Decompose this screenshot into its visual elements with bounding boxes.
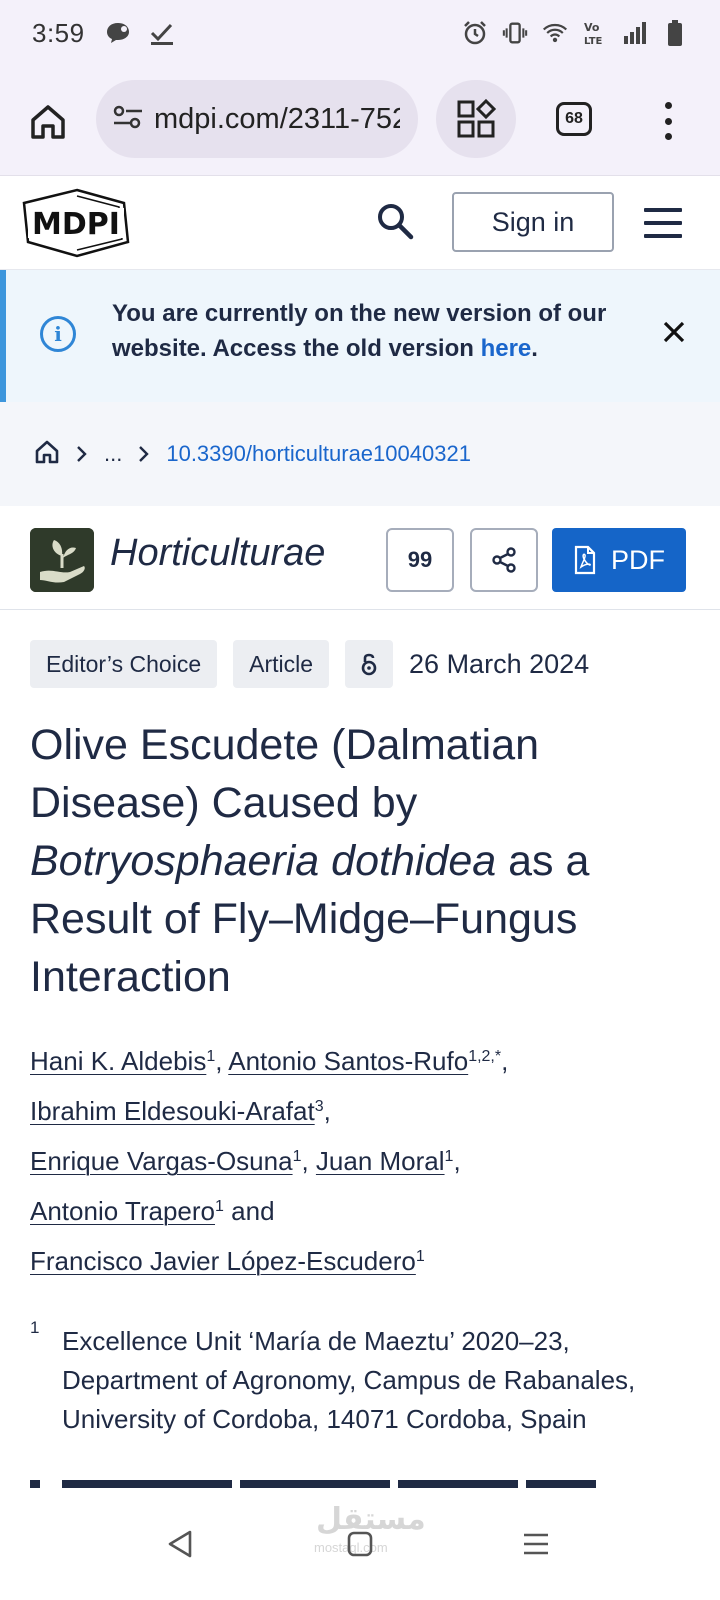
pdf-download-button[interactable]: PDF <box>552 528 686 592</box>
article-title: Olive Escudete (Dalmatian Disease) Cause… <box>30 721 590 1001</box>
hamburger-menu-icon[interactable] <box>644 208 682 238</box>
tab-switcher-button[interactable]: 68 <box>556 102 592 136</box>
back-button[interactable] <box>158 1524 202 1564</box>
chat-bubble-icon <box>105 20 131 46</box>
back-triangle-icon <box>168 1530 192 1558</box>
chevron-right-icon <box>76 439 88 470</box>
mdpi-logo[interactable]: MDPI <box>20 186 134 260</box>
home-square-icon <box>347 1531 373 1557</box>
open-access-icon[interactable] <box>345 640 394 688</box>
wifi-icon <box>542 20 568 46</box>
vibrate-icon <box>502 20 528 46</box>
signal-icon <box>622 20 648 46</box>
status-time: 3:59 <box>32 17 85 48</box>
affiliation-number: 1 <box>30 1318 40 1337</box>
author-link[interactable]: Hani K. Aldebis <box>30 1046 206 1076</box>
search-icon <box>378 204 414 240</box>
checkmark-icon <box>149 20 175 46</box>
author-link[interactable]: Francisco Javier López-Escudero <box>30 1246 416 1276</box>
author-link[interactable]: Juan Moral <box>316 1146 445 1176</box>
info-icon: i <box>40 316 76 352</box>
site-header: MDPI Sign in <box>0 176 720 270</box>
svg-text:LTE: LTE <box>584 36 603 46</box>
journal-logo[interactable] <box>30 528 94 592</box>
browser-menu-button[interactable] <box>658 96 678 146</box>
breadcrumb-ellipsis[interactable]: ... <box>104 441 122 467</box>
address-bar[interactable]: mdpi.com/2311-7524/10/4/321 <box>96 80 418 158</box>
site-settings-icon[interactable] <box>112 103 144 136</box>
home-icon <box>31 105 65 139</box>
svg-text:MDPI: MDPI <box>32 207 120 242</box>
alarm-icon <box>462 20 488 46</box>
author-list: Hani K. Aldebis1, Antonio Santos-Rufo1,2… <box>30 1046 509 1276</box>
pdf-file-icon <box>574 545 596 575</box>
pdf-button-label: PDF <box>611 544 665 575</box>
sign-in-button[interactable]: Sign in <box>452 192 614 252</box>
share-icon <box>492 547 516 573</box>
recents-lines-icon <box>524 1533 548 1555</box>
breadcrumb-home-icon[interactable] <box>34 439 60 470</box>
url-text[interactable]: mdpi.com/2311-7524/10/4/321 <box>154 103 400 136</box>
article-type-tag: Article <box>233 640 330 688</box>
author-link[interactable]: Enrique Vargas-Osuna <box>30 1146 293 1176</box>
author-link[interactable]: Antonio Santos-Rufo <box>228 1046 468 1076</box>
browser-toolbar: mdpi.com/2311-7524/10/4/321 68 <box>0 66 720 176</box>
extensions-button[interactable] <box>436 80 516 158</box>
home-button[interactable] <box>338 1524 382 1564</box>
publication-date: 26 March 2024 <box>409 648 590 679</box>
editors-choice-tag[interactable]: Editor’s Choice <box>30 640 218 688</box>
breadcrumb: ... 10.3390/horticulturae10040321 <box>0 402 720 506</box>
share-button[interactable] <box>470 528 538 592</box>
search-button[interactable] <box>372 198 418 244</box>
affiliation-text: Excellence Unit ‘María de Maeztu’ 2020–2… <box>62 1326 636 1434</box>
cite-button[interactable]: 99 <box>386 528 454 592</box>
volte-icon: Vo LTE <box>582 20 608 46</box>
svg-text:Vo: Vo <box>584 21 600 34</box>
article-tags: Editor’s Choice Article 26 March 2024 <box>30 640 589 688</box>
author-link[interactable]: Antonio Trapero <box>30 1196 215 1226</box>
journal-bar: Horticulturae 99 PDF <box>0 506 720 610</box>
old-version-link[interactable]: here <box>481 335 532 362</box>
cut-off-affiliation-text <box>30 1474 690 1488</box>
new-version-notice: i You are currently on the new version o… <box>0 270 720 402</box>
apps-grid-icon <box>457 99 496 138</box>
author-link[interactable]: Ibrahim Eldesouki-Arafat <box>30 1096 315 1126</box>
browser-home-button[interactable] <box>22 96 74 148</box>
chevron-right-icon <box>138 439 150 470</box>
battery-icon <box>662 20 688 46</box>
recents-button[interactable] <box>514 1524 558 1564</box>
status-bar: 3:59 Vo LTE <box>0 0 720 66</box>
breadcrumb-doi-link[interactable]: 10.3390/horticulturae10040321 <box>166 441 471 467</box>
close-notice-icon[interactable] <box>660 318 688 346</box>
notice-text: You are currently on the new version of … <box>112 300 607 362</box>
system-navigation-bar: مستقل mostaql.com <box>0 1488 720 1600</box>
journal-name[interactable]: Horticulturae <box>110 532 325 575</box>
